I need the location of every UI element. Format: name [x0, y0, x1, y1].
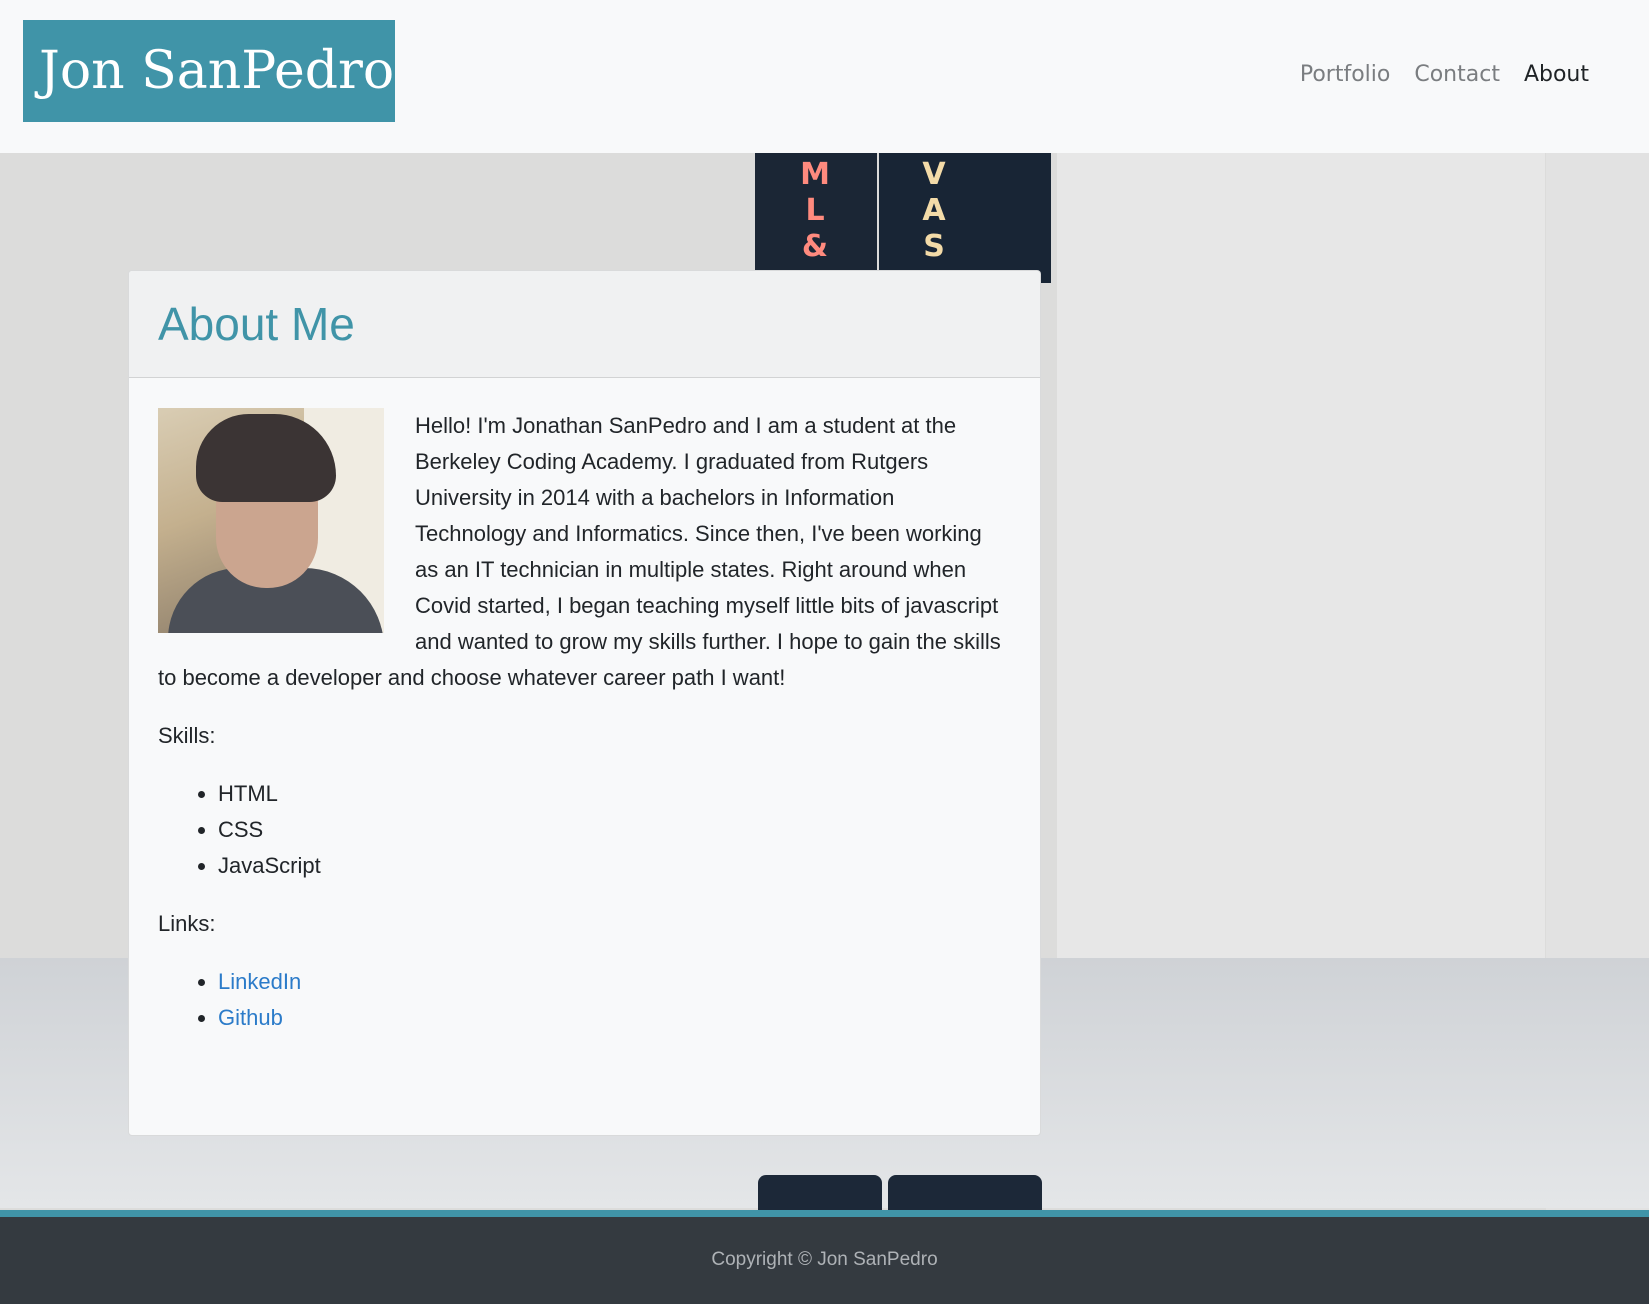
skill-item: HTML — [218, 776, 1011, 812]
nav-link-portfolio[interactable]: Portfolio — [1300, 62, 1391, 87]
nav-link-about[interactable]: About — [1524, 62, 1589, 87]
about-card: About Me Hello! I'm Jonathan SanPedro an… — [128, 270, 1041, 1136]
skills-label: Skills: — [158, 723, 216, 748]
skills-list: HTML CSS JavaScript — [158, 776, 1011, 884]
navbar: Jon SanPedro Portfolio Contact About — [0, 0, 1649, 153]
spine-letter: A — [922, 193, 946, 228]
background-book — [888, 1175, 1042, 1210]
link-item: Github — [218, 1000, 1011, 1036]
copyright-text: Copyright © Jon SanPedro — [711, 1249, 938, 1270]
about-card-body: Hello! I'm Jonathan SanPedro and I am a … — [129, 378, 1040, 1078]
spine-letter: L — [805, 193, 825, 228]
spine-letter: & — [801, 229, 829, 264]
skill-item: CSS — [218, 812, 1011, 848]
links-list: LinkedIn Github — [158, 964, 1011, 1036]
links-label: Links: — [158, 911, 216, 936]
github-link[interactable]: Github — [218, 1005, 283, 1030]
brand-logo-link[interactable]: Jon SanPedro — [23, 20, 395, 122]
spine-letter: M — [800, 157, 830, 192]
background-book-spine: M L & — [755, 153, 877, 283]
link-item: LinkedIn — [218, 964, 1011, 1000]
spine-letter: S — [923, 229, 945, 264]
background-book-spine: V A S — [879, 153, 1051, 283]
about-card-header: About Me — [129, 271, 1040, 378]
nav-links: Portfolio Contact About — [1300, 62, 1589, 87]
skill-item: JavaScript — [218, 848, 1011, 884]
nav-link-contact[interactable]: Contact — [1414, 62, 1500, 87]
spine-letter: V — [922, 157, 946, 192]
profile-photo — [158, 408, 384, 633]
footer: Copyright © Jon SanPedro — [0, 1210, 1649, 1304]
linkedin-link[interactable]: LinkedIn — [218, 969, 301, 994]
background-book — [758, 1175, 882, 1210]
about-title: About Me — [158, 298, 355, 350]
